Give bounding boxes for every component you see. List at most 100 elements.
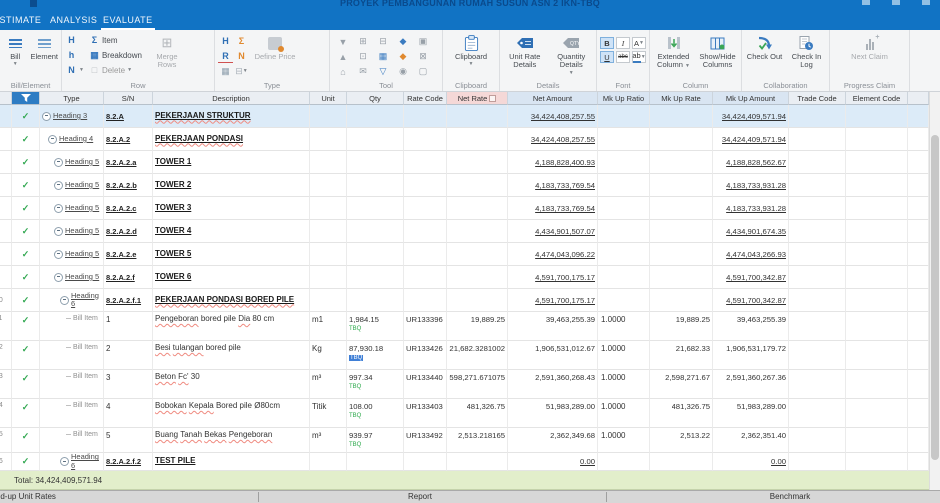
cell-unit[interactable] xyxy=(310,105,347,128)
cell-desc[interactable]: TOWER 5 xyxy=(153,243,310,266)
tool-icon[interactable]: ▢ xyxy=(413,64,433,79)
cell-extra[interactable] xyxy=(908,128,929,151)
cell-check[interactable]: ✓ xyxy=(12,220,40,243)
cell-check[interactable]: ✓ xyxy=(12,289,40,312)
cell-net-amount[interactable]: 0.00 xyxy=(508,453,598,471)
column-header-rate-code[interactable]: Rate Code xyxy=(404,92,447,105)
cell-mkup-amount[interactable]: 4,183,733,931.28 xyxy=(713,174,789,197)
cell-sn[interactable]: 8.2.A.2.d xyxy=(104,220,153,243)
table-row[interactable]: 8✓Heading 58.2.A.2.eTOWER 54,474,043,096… xyxy=(0,243,929,266)
cell-unit[interactable] xyxy=(310,128,347,151)
column-header-type[interactable]: Type xyxy=(40,92,104,105)
cell-check[interactable]: ✓ xyxy=(12,174,40,197)
cell-mkup-amount[interactable]: 4,183,733,931.28 xyxy=(713,197,789,220)
cell-sn[interactable]: 8.2.A.2 xyxy=(104,128,153,151)
cell-trade-code[interactable] xyxy=(789,399,846,428)
expand-icon[interactable] xyxy=(54,273,63,282)
cell-mkup-rate[interactable] xyxy=(650,266,713,289)
cell-check[interactable]: ✓ xyxy=(12,370,40,399)
cell-unit[interactable]: m1 xyxy=(310,312,347,341)
cell-rate-code[interactable]: UR133403 xyxy=(404,399,447,428)
cell-element-code[interactable] xyxy=(846,453,908,471)
heading-h2-button[interactable]: h xyxy=(65,48,85,62)
cell-mkup-ratio[interactable]: 1.0000 xyxy=(598,370,650,399)
cell-mkup-rate[interactable]: 2,598,271.67 xyxy=(650,370,713,399)
cell-rate-code[interactable] xyxy=(404,174,447,197)
cell-mkup-ratio[interactable]: 1.0000 xyxy=(598,312,650,341)
cell-num[interactable]: 3 xyxy=(0,128,12,151)
tool-icon[interactable]: ⊟ xyxy=(373,34,393,49)
cell-mkup-amount[interactable]: 0.00 xyxy=(713,453,789,471)
cell-element-code[interactable] xyxy=(846,428,908,453)
cell-element-code[interactable] xyxy=(846,370,908,399)
cell-qty[interactable] xyxy=(347,128,404,151)
cell-num[interactable]: 16 xyxy=(0,453,12,471)
cell-mkup-ratio[interactable]: 1.0000 xyxy=(598,428,650,453)
cell-type[interactable]: Heading 6 xyxy=(40,453,104,471)
expand-icon[interactable] xyxy=(54,158,63,167)
cell-mkup-rate[interactable] xyxy=(650,197,713,220)
cell-trade-code[interactable] xyxy=(789,428,846,453)
cell-mkup-ratio[interactable] xyxy=(598,128,650,151)
tool-icon[interactable]: ▣ xyxy=(413,34,433,49)
cell-mkup-rate[interactable] xyxy=(650,151,713,174)
unit-rate-details-button[interactable]: Unit Rate Details xyxy=(503,33,547,80)
tool-icon[interactable]: ◆ xyxy=(393,49,413,64)
cell-unit[interactable] xyxy=(310,266,347,289)
cell-mkup-amount[interactable]: 2,362,351.40 xyxy=(713,428,789,453)
cell-desc[interactable]: TOWER 6 xyxy=(153,266,310,289)
cell-net-amount[interactable]: 51,983,289.00 xyxy=(508,399,598,428)
cell-type[interactable]: Bill Item xyxy=(40,370,104,399)
cell-unit[interactable] xyxy=(310,151,347,174)
cell-qty[interactable] xyxy=(347,105,404,128)
cell-type[interactable]: Bill Item xyxy=(40,399,104,428)
column-header-desc[interactable]: Description xyxy=(153,92,310,105)
cell-desc[interactable]: TOWER 4 xyxy=(153,220,310,243)
cell-net-rate[interactable]: 19,889.25 xyxy=(447,312,508,341)
column-header-element-code[interactable]: Element Code xyxy=(846,92,908,105)
cell-unit[interactable] xyxy=(310,197,347,220)
cell-trade-code[interactable] xyxy=(789,220,846,243)
cell-num[interactable]: 9 xyxy=(0,266,12,289)
cell-element-code[interactable] xyxy=(846,289,908,312)
cell-net-amount[interactable]: 34,424,408,257.55 xyxy=(508,105,598,128)
cell-extra[interactable] xyxy=(908,266,929,289)
cell-unit[interactable]: m³ xyxy=(310,370,347,399)
cell-mkup-amount[interactable]: 34,424,409,571.94 xyxy=(713,105,789,128)
cell-net-rate[interactable]: 481,326.75 xyxy=(447,399,508,428)
table-row[interactable]: 14✓Bill Item4Bobokan Kepala Bored pile Ø… xyxy=(0,399,929,428)
cell-net-amount[interactable]: 4,183,733,769.54 xyxy=(508,174,598,197)
column-header-trade-code[interactable]: Trade Code xyxy=(789,92,846,105)
type-heading-button[interactable]: H xyxy=(218,34,233,48)
column-header-mkup-rate[interactable]: Mk Up Rate xyxy=(650,92,713,105)
cell-qty[interactable]: 108.00TBQ xyxy=(347,399,404,428)
cell-type[interactable]: Bill Item xyxy=(40,312,104,341)
cell-mkup-ratio[interactable] xyxy=(598,453,650,471)
cell-extra[interactable] xyxy=(908,341,929,370)
cell-rate-code[interactable] xyxy=(404,289,447,312)
cell-desc[interactable]: PEKERJAAN PONDASI xyxy=(153,128,310,151)
item-button[interactable]: ΣItem xyxy=(88,33,143,47)
cell-element-code[interactable] xyxy=(846,151,908,174)
cell-mkup-amount[interactable]: 39,463,255.39 xyxy=(713,312,789,341)
window-control-icon[interactable] xyxy=(862,0,870,5)
cell-net-rate[interactable] xyxy=(447,151,508,174)
extended-column-button[interactable]: Extended Column ▼ xyxy=(653,33,694,80)
cell-qty[interactable] xyxy=(347,220,404,243)
tab-analysis[interactable]: ANALYSIS xyxy=(48,12,99,28)
cell-element-code[interactable] xyxy=(846,312,908,341)
cell-trade-code[interactable] xyxy=(789,197,846,220)
tool-icon[interactable]: ▦ xyxy=(373,49,393,64)
cell-net-rate[interactable] xyxy=(447,243,508,266)
tool-icon[interactable]: ◉ xyxy=(393,64,413,79)
expand-icon[interactable] xyxy=(42,112,51,121)
cell-qty[interactable] xyxy=(347,197,404,220)
expand-icon[interactable] xyxy=(54,204,63,213)
cell-sn[interactable]: 5 xyxy=(104,428,153,453)
cell-mkup-rate[interactable] xyxy=(650,453,713,471)
cell-type[interactable]: Heading 5 xyxy=(40,243,104,266)
cell-desc[interactable]: Buang Tanah Bekas Pengeboran xyxy=(153,428,310,453)
expand-icon[interactable] xyxy=(54,250,63,259)
bold-button[interactable]: B xyxy=(600,37,614,49)
cell-net-rate[interactable] xyxy=(447,128,508,151)
